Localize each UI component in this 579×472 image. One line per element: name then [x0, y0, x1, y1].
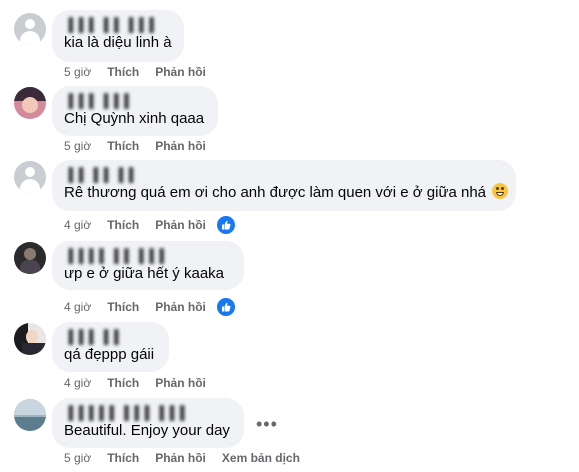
- comment-actions: 5 giờ Thích Phản hồi Xem bản dịch: [64, 450, 316, 466]
- comment-text: qá đẹppp gáii: [64, 346, 155, 363]
- reply-button[interactable]: Phản hồi: [155, 375, 206, 391]
- reply-button[interactable]: Phản hồi: [155, 64, 206, 80]
- comment-bubble: ▐▐▐ ▐▐ ▐▐▐ kia là diệu linh à: [52, 10, 184, 62]
- comment-actions: 5 giờ Thích Phản hồi: [64, 64, 222, 80]
- comment-author[interactable]: ▐▐▐ ▐▐: [64, 329, 157, 345]
- comment-actions: 5 giờ Thích Phản hồi: [64, 138, 222, 154]
- more-options-icon[interactable]: •••: [256, 415, 278, 433]
- comment-author[interactable]: ▐▐▐▐ ▐▐ ▐▐▐: [64, 248, 232, 264]
- like-button[interactable]: Thích: [107, 64, 139, 80]
- avatar[interactable]: [14, 399, 46, 431]
- comment-time[interactable]: 5 giờ: [64, 450, 91, 466]
- reply-button[interactable]: Phản hồi: [155, 138, 206, 154]
- reply-button[interactable]: Phản hồi: [155, 299, 206, 315]
- comment-text: Chị Quỳnh xinh qaaa: [64, 110, 205, 127]
- comment-text: ưp e ở giữa hết ý kaaka: [64, 265, 225, 282]
- grinning-face-icon: [492, 183, 509, 199]
- like-button[interactable]: Thích: [107, 217, 139, 233]
- comment-author[interactable]: ▐▐▐ ▐▐ ▐▐▐: [64, 17, 172, 33]
- comment-author[interactable]: ▐▐▐ ▐▐▐: [64, 93, 206, 109]
- comment-bubble: ▐▐▐ ▐▐ qá đẹppp gáii: [52, 322, 169, 372]
- like-button[interactable]: Thích: [107, 375, 139, 391]
- comment-author[interactable]: ▐▐ ▐▐ ▐▐: [64, 167, 504, 183]
- avatar[interactable]: [14, 13, 46, 45]
- comment-bubble: ▐▐ ▐▐ ▐▐ Rê thương quá em ơi cho anh đượ…: [52, 160, 516, 211]
- avatar[interactable]: [14, 323, 46, 355]
- comment-bubble: ▐▐▐▐▐ ▐▐▐ ▐▐▐ Beautiful. Enjoy your day: [52, 398, 244, 448]
- comment-time[interactable]: 5 giờ: [64, 138, 91, 154]
- like-button[interactable]: Thích: [107, 450, 139, 466]
- comment-actions: 4 giờ Thích Phản hồi: [64, 297, 252, 317]
- reply-button[interactable]: Phản hồi: [155, 450, 206, 466]
- thumbs-up-icon[interactable]: [215, 297, 236, 317]
- avatar[interactable]: [14, 242, 46, 274]
- comment-text: Beautiful. Enjoy your day: [64, 422, 230, 439]
- comment-actions: 4 giờ Thích Phản hồi: [64, 375, 222, 391]
- comment-time[interactable]: 5 giờ: [64, 64, 91, 80]
- like-button[interactable]: Thích: [107, 138, 139, 154]
- comment-text: kia là diệu linh à: [64, 34, 172, 51]
- see-translation-button[interactable]: Xem bản dịch: [222, 450, 300, 466]
- comment-text: Rê thương quá em ơi cho anh được làm que…: [64, 184, 487, 201]
- comment-author[interactable]: ▐▐▐▐▐ ▐▐▐ ▐▐▐: [64, 405, 232, 421]
- comment-time[interactable]: 4 giờ: [64, 217, 91, 233]
- comment-time[interactable]: 4 giờ: [64, 299, 91, 315]
- comment-bubble: ▐▐▐ ▐▐▐ Chị Quỳnh xinh qaaa: [52, 86, 218, 136]
- like-button[interactable]: Thích: [107, 299, 139, 315]
- thumbs-up-icon[interactable]: [215, 215, 236, 235]
- reply-button[interactable]: Phản hồi: [155, 217, 206, 233]
- avatar[interactable]: [14, 87, 46, 119]
- comment-time[interactable]: 4 giờ: [64, 375, 91, 391]
- comment-actions: 4 giờ Thích Phản hồi: [64, 215, 252, 235]
- comment-bubble: ▐▐▐▐ ▐▐ ▐▐▐ ưp e ở giữa hết ý kaaka: [52, 241, 244, 290]
- avatar[interactable]: [14, 161, 46, 193]
